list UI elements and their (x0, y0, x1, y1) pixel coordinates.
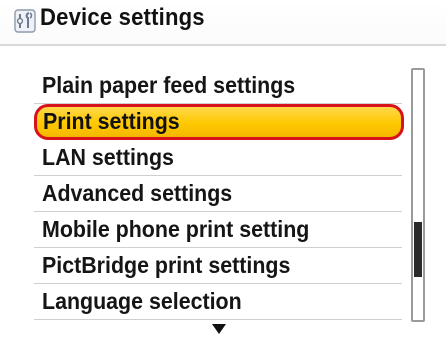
page-title: Device settings (40, 4, 205, 31)
header-bar: Device settings (0, 0, 446, 44)
down-arrow-icon[interactable] (212, 324, 226, 334)
menu-item-print-settings[interactable]: Print settings (34, 104, 404, 140)
menu-item-plain-paper-feed-settings[interactable]: Plain paper feed settings (32, 68, 402, 104)
menu-item-advanced-settings[interactable]: Advanced settings (32, 176, 402, 212)
menu-item-language-selection[interactable]: Language selection (32, 284, 402, 320)
menu-item-label: Print settings (43, 108, 180, 134)
menu-item-lan-settings[interactable]: LAN settings (32, 140, 402, 176)
menu-item-label: PictBridge print settings (42, 252, 291, 278)
scrollbar[interactable] (411, 68, 425, 322)
header-divider (0, 44, 446, 46)
settings-wrench-icon (14, 9, 36, 33)
menu-item-label: Advanced settings (42, 180, 233, 206)
device-settings-screen: Device settings Plain paper feed setting… (0, 0, 446, 341)
scrollbar-thumb[interactable] (414, 222, 422, 277)
menu-item-mobile-phone-print-setting[interactable]: Mobile phone print setting (32, 212, 402, 248)
menu-item-label: LAN settings (42, 144, 174, 170)
menu-item-pictbridge-print-settings[interactable]: PictBridge print settings (32, 248, 402, 284)
settings-menu-list: Plain paper feed settings Print settings… (32, 68, 404, 320)
menu-item-label: Mobile phone print setting (42, 216, 310, 242)
menu-item-label: Language selection (42, 288, 242, 314)
menu-item-label: Plain paper feed settings (42, 72, 296, 98)
